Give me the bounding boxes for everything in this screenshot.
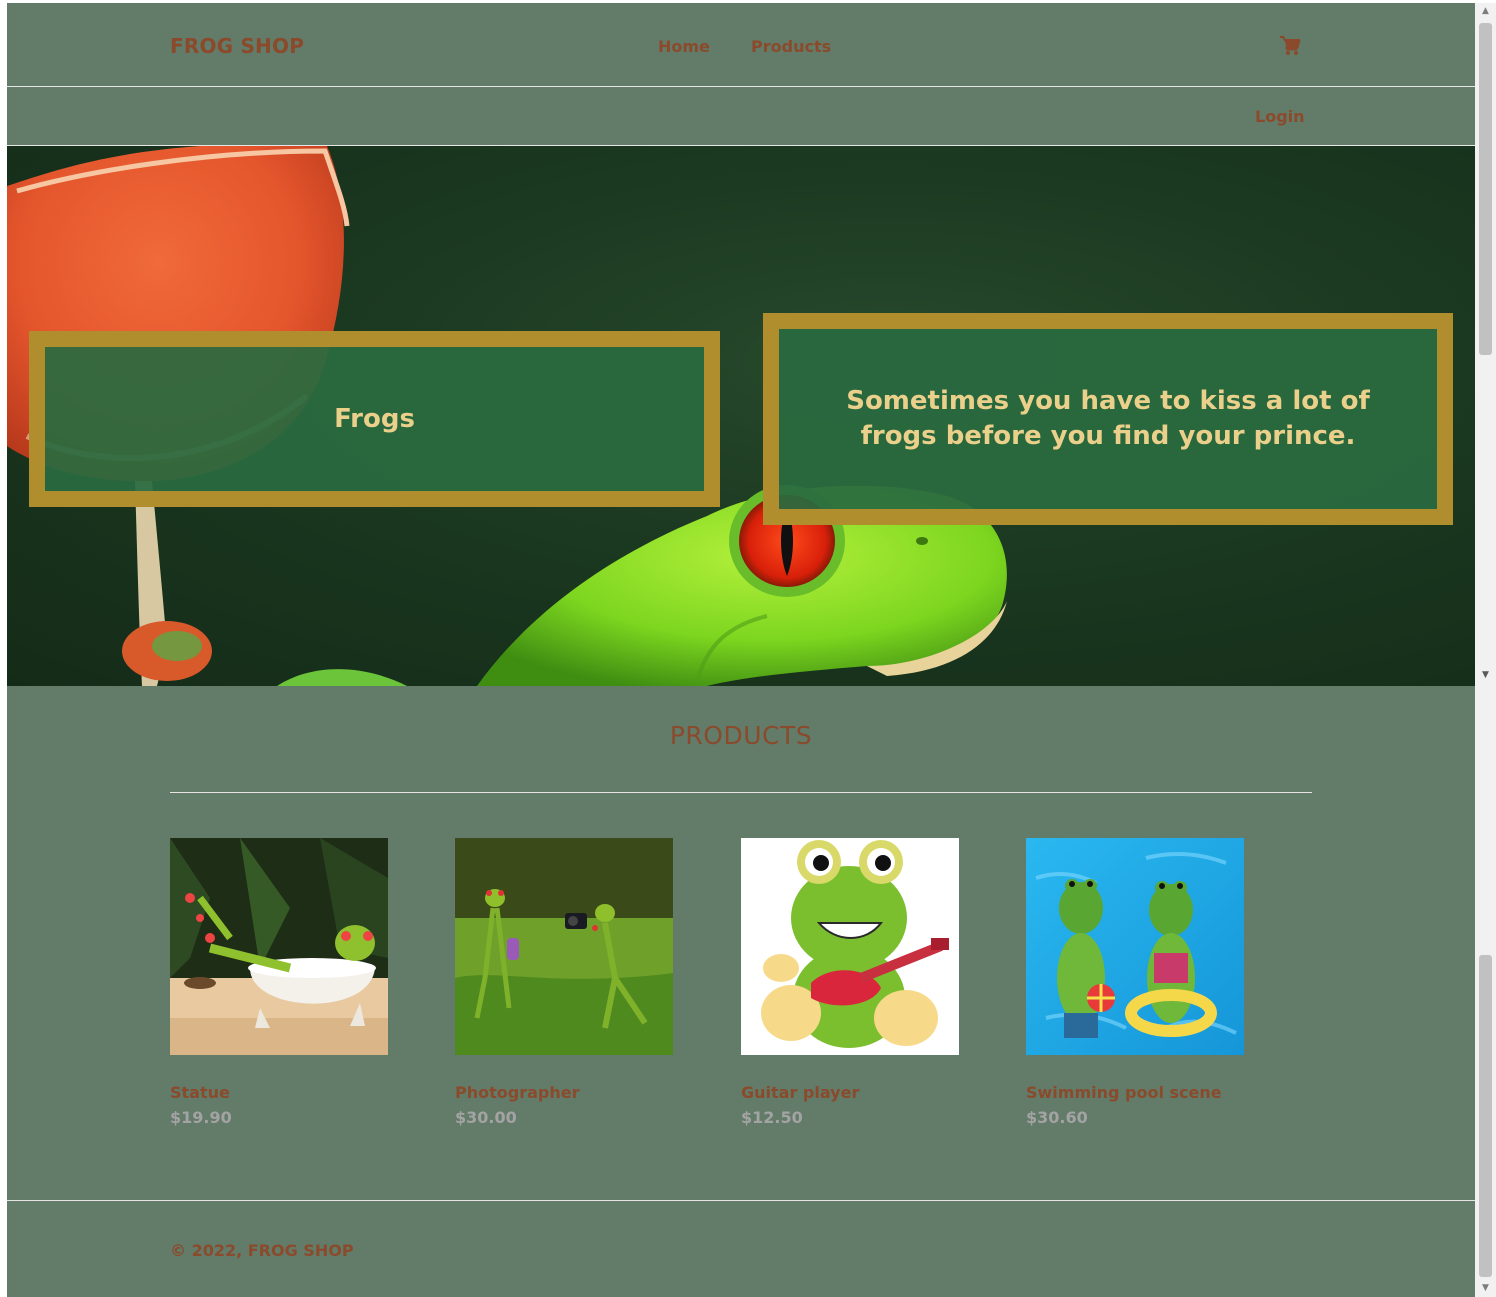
product-card-guitar-player[interactable]: Guitar player $12.50 [741, 838, 959, 1127]
hero-quote-box: Sometimes you have to kiss a lot of frog… [763, 313, 1453, 525]
product-price: $19.90 [170, 1108, 232, 1127]
scroll-down-arrow-icon[interactable]: ▼ [1475, 667, 1496, 684]
scroll-thumb[interactable] [1479, 23, 1492, 355]
product-image-swimming-pool-scene[interactable] [1026, 838, 1244, 1055]
product-price: $12.50 [741, 1108, 803, 1127]
site-header: FROG SHOP Home Products [7, 3, 1475, 87]
product-name[interactable]: Photographer [455, 1083, 673, 1102]
hero-title-box: Frogs [29, 331, 720, 507]
nav-products-link[interactable]: Products [751, 37, 831, 56]
product-image-statue[interactable] [170, 838, 388, 1055]
scroll-down-end-arrow-icon[interactable]: ▼ [1475, 1280, 1496, 1297]
product-card-statue[interactable]: Statue $19.90 [170, 838, 388, 1127]
products-divider [170, 792, 1312, 793]
product-name[interactable]: Swimming pool scene [1026, 1083, 1244, 1102]
scroll-up-arrow-icon[interactable]: ▲ [1475, 3, 1496, 20]
cart-button[interactable] [1279, 36, 1301, 56]
hero-quote: Sometimes you have to kiss a lot of frog… [846, 386, 1370, 451]
product-card-swimming-pool-scene[interactable]: Swimming pool scene $30.60 [1026, 838, 1244, 1127]
vertical-scrollbar[interactable]: ▲ ▼ ▼ [1475, 3, 1496, 1297]
product-name[interactable]: Statue [170, 1083, 388, 1102]
shopping-cart-icon [1280, 36, 1301, 55]
nav-home-link[interactable]: Home [658, 37, 710, 56]
scroll-thumb-lower[interactable] [1479, 955, 1492, 1277]
footer-copyright: © 2022, FROG SHOP [170, 1241, 354, 1260]
brand-logo[interactable]: FROG SHOP [170, 34, 304, 58]
product-card-photographer[interactable]: Photographer $30.00 [455, 838, 673, 1127]
product-price: $30.60 [1026, 1108, 1088, 1127]
product-price: $30.00 [455, 1108, 517, 1127]
hero-banner: Frogs Sometimes you have to kiss a lot o… [7, 146, 1475, 686]
product-name[interactable]: Guitar player [741, 1083, 959, 1102]
product-image-photographer[interactable] [455, 838, 673, 1055]
site-footer: © 2022, FROG SHOP [7, 1200, 1475, 1297]
page-viewport: FROG SHOP Home Products Login Frogs Some… [7, 3, 1475, 1297]
login-bar: Login [7, 87, 1475, 146]
product-image-guitar-player[interactable] [741, 838, 959, 1055]
login-link[interactable]: Login [1255, 107, 1305, 126]
products-heading: PRODUCTS [669, 721, 813, 750]
hero-title: Frogs [334, 404, 415, 434]
